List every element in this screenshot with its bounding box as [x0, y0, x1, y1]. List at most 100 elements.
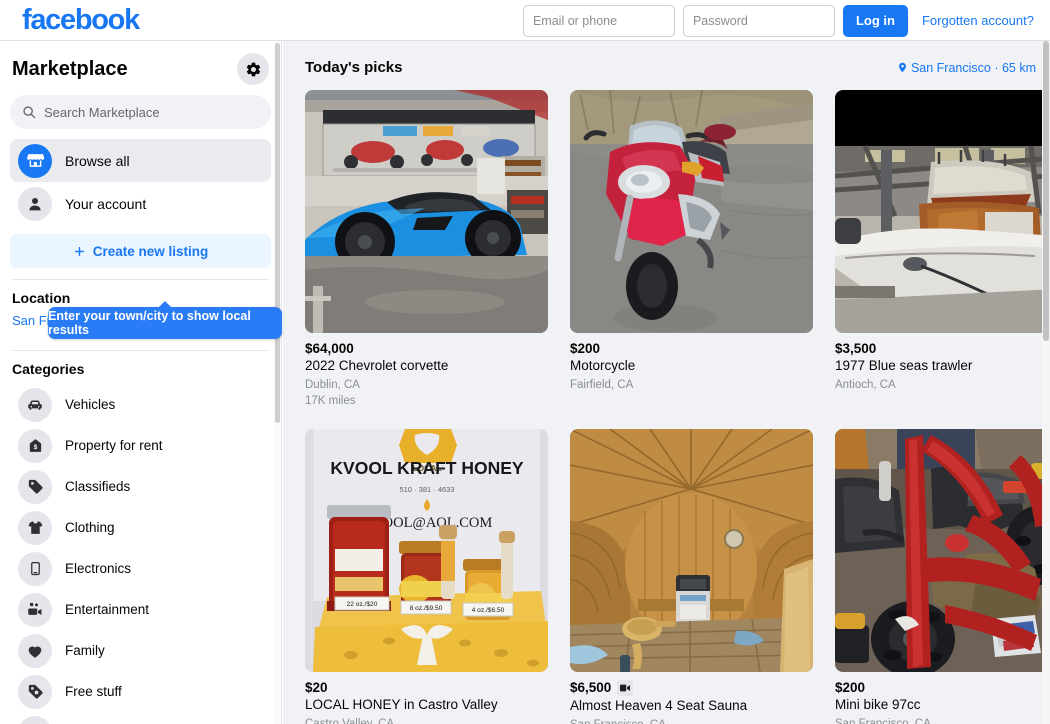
- price-text: $200: [835, 679, 866, 695]
- sidebar-category-electronics[interactable]: Electronics: [10, 548, 271, 589]
- marketplace-sidebar: Marketplace Browse all: [0, 41, 282, 724]
- listing-card[interactable]: $64,000 2022 Chevrolet corvette Dublin, …: [305, 90, 548, 407]
- login-form: Log in Forgotten account?: [522, 0, 1040, 41]
- create-new-listing-button[interactable]: Create new listing: [10, 234, 271, 268]
- sidebar-category-free-stuff[interactable]: Free stuff: [10, 671, 271, 712]
- location-radius-badge[interactable]: San Francisco · 65 km: [897, 61, 1036, 75]
- sidebar-divider-1: [12, 279, 269, 280]
- listing-title: Motorcycle: [570, 358, 636, 373]
- phone-icon: [18, 551, 52, 586]
- price-text: $200: [570, 341, 601, 356]
- location-radius-label: San Francisco · 65 km: [910, 60, 1036, 75]
- sidebar-category-clothing[interactable]: Clothing: [10, 507, 271, 548]
- price-text: $64,000: [305, 341, 354, 356]
- sidebar-item-label: Browse all: [65, 152, 130, 169]
- create-listing-label: Create new listing: [92, 243, 209, 259]
- listing-extra: 17K miles: [305, 394, 356, 407]
- plus-icon: [73, 245, 86, 258]
- listing-price: $200: [835, 680, 1050, 695]
- sidebar-category-vehicles[interactable]: Vehicles: [10, 384, 271, 425]
- main-scrollbar-thumb[interactable]: [1043, 41, 1049, 341]
- category-label: Property for rent: [65, 438, 163, 453]
- listing-image-red-scooter[interactable]: [570, 90, 813, 333]
- categories-heading: Categories: [12, 361, 85, 377]
- search-input[interactable]: [44, 104, 259, 120]
- listing-card[interactable]: $200 Mini bike 97cc San Francisco, CA: [835, 428, 1050, 724]
- sidebar-item-browse-all[interactable]: Browse all: [10, 139, 271, 182]
- sidebar-category-entertainment[interactable]: Entertainment: [10, 589, 271, 630]
- email-field[interactable]: [522, 4, 675, 37]
- listing-card[interactable]: $3,500 1977 Blue seas trawler Antioch, C…: [835, 90, 1050, 407]
- listing-card[interactable]: LOCAL KVOOL KRAFT HONEY 510 · 381 · 4633…: [305, 428, 548, 724]
- category-label: Family: [65, 643, 105, 658]
- listing-location: Antioch, CA: [835, 378, 896, 391]
- storefront-icon: [18, 143, 52, 178]
- sidebar-item-your-account[interactable]: Your account: [10, 182, 271, 225]
- listing-image-honey-jars[interactable]: LOCAL KVOOL KRAFT HONEY 510 · 381 · 4633…: [305, 428, 548, 672]
- price-text: $20: [305, 679, 328, 695]
- listing-price: $3,500: [835, 341, 1050, 356]
- category-label: Entertainment: [65, 602, 150, 617]
- category-label: Clothing: [65, 520, 115, 535]
- listing-location: San Francisco, CA: [835, 717, 931, 724]
- price-text: $6,500: [570, 680, 612, 696]
- search-icon: [22, 105, 36, 119]
- listing-image-blue-corvette[interactable]: [305, 90, 548, 333]
- listing-location: San Francisco, CA: [570, 719, 813, 724]
- trowel-icon: [18, 715, 52, 724]
- sidebar-item-label: Your account: [65, 195, 147, 212]
- sidebar-scrollbar[interactable]: [274, 41, 281, 724]
- password-field[interactable]: [682, 4, 835, 37]
- price-text: $3,500: [835, 341, 877, 356]
- video-camera-icon: [18, 592, 52, 627]
- search-marketplace-container[interactable]: [10, 95, 271, 129]
- sidebar-category-property-for-rent[interactable]: $ Property for rent: [10, 425, 271, 466]
- main-header: Today's picks San Francisco · 65 km: [305, 59, 1036, 76]
- listing-price: $20: [305, 680, 548, 695]
- honey-price-label-3: 4 oz./$6.50: [472, 607, 505, 614]
- marketplace-main-content: Today's picks San Francisco · 65 km $64,…: [283, 41, 1050, 724]
- sidebar-category-garden-and-outdoors[interactable]: Garden and outdoors: [10, 712, 271, 724]
- forgotten-account-link[interactable]: Forgotten account?: [916, 13, 1040, 28]
- house-dollar-icon: $: [18, 428, 52, 463]
- listing-image-barrel-sauna[interactable]: [570, 428, 813, 672]
- settings-button[interactable]: [237, 53, 269, 85]
- sidebar-header: Marketplace: [10, 41, 271, 95]
- listing-location: Dublin, CA: [305, 378, 360, 391]
- honey-price-label-1: 22 oz./$20: [347, 601, 378, 608]
- category-label: Electronics: [65, 561, 132, 576]
- page-title: Marketplace: [12, 57, 128, 80]
- person-icon: [18, 186, 52, 221]
- gear-icon: [245, 61, 262, 78]
- listing-price: $200: [570, 341, 813, 356]
- map-pin-icon: [897, 61, 908, 74]
- sidebar-category-family[interactable]: Family: [10, 630, 271, 671]
- honey-price-label-2: 8 oz./$9.50: [410, 605, 443, 612]
- listing-image-mini-bike[interactable]: [835, 428, 1050, 672]
- facebook-logo[interactable]: facebook: [22, 5, 140, 35]
- honey-sign-title: KVOOL KRAFT HONEY: [330, 458, 523, 478]
- category-label: Vehicles: [65, 397, 116, 412]
- listing-card[interactable]: $200 Motorcycle Fairfield, CA: [570, 90, 813, 407]
- listing-price: $64,000: [305, 341, 548, 356]
- listing-title: LOCAL HONEY in Castro Valley: [305, 696, 498, 712]
- video-badge-icon: [617, 679, 634, 696]
- location-tooltip: Enter your town/city to show local resul…: [48, 301, 282, 339]
- top-navigation-bar: facebook Log in Forgotten account?: [0, 0, 1050, 41]
- listing-card[interactable]: $6,500 Almost Heaven 4 Seat Sauna San Fr…: [570, 428, 813, 724]
- listing-title: Almost Heaven 4 Seat Sauna: [570, 697, 748, 713]
- sidebar-scrollbar-thumb[interactable]: [275, 43, 280, 423]
- listing-location: Fairfield, CA: [570, 378, 634, 391]
- tshirt-icon: [18, 510, 52, 545]
- honey-sign-phone: 510 · 381 · 4633: [399, 485, 454, 494]
- listing-image-trawler-boat[interactable]: [835, 90, 1050, 333]
- price-tag-icon: [18, 674, 52, 709]
- listing-title: 2022 Chevrolet corvette: [305, 358, 449, 373]
- listing-title: 1977 Blue seas trawler: [835, 358, 973, 373]
- listing-location: Castro Valley, CA: [305, 717, 395, 724]
- main-scrollbar[interactable]: [1042, 41, 1050, 724]
- listing-price: $6,500: [570, 679, 813, 696]
- login-button[interactable]: Log in: [842, 4, 908, 37]
- sidebar-category-classifieds[interactable]: Classifieds: [10, 466, 271, 507]
- heart-icon: [18, 633, 52, 668]
